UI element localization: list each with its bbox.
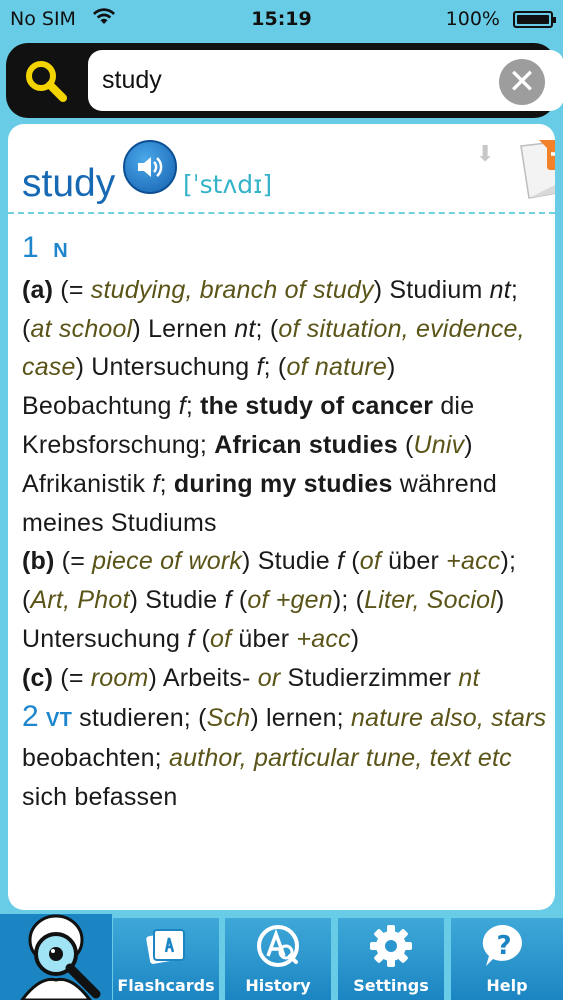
- text: ; (: [255, 314, 279, 343]
- text: beobachten;: [22, 744, 169, 773]
- sense-number: 2: [22, 699, 39, 733]
- context: of +gen: [247, 586, 333, 615]
- example[interactable]: during my studies: [174, 470, 393, 498]
- tab-bar: Flashcards History Settings ? Help: [0, 914, 563, 1000]
- text: über: [381, 547, 447, 576]
- gloss: room: [90, 663, 149, 692]
- context: Liter, Sociol: [364, 586, 497, 615]
- context: author, particular tune, text etc: [168, 744, 512, 773]
- text: ) Arbeits-: [148, 663, 258, 692]
- context: of: [359, 547, 382, 576]
- example[interactable]: African studies: [214, 431, 398, 459]
- context: +acc: [446, 547, 501, 576]
- search-input[interactable]: [102, 50, 482, 111]
- part-of-speech: N: [53, 240, 68, 262]
- sense-1a: (a) (= studying, branch of study) Studiu…: [22, 271, 550, 543]
- text: (: [231, 586, 248, 615]
- speaker-icon[interactable]: [123, 140, 177, 194]
- sense-number: 1: [22, 231, 39, 264]
- gender: f: [256, 353, 264, 382]
- text: (: [397, 430, 414, 459]
- context: or: [257, 663, 281, 692]
- search-mascot-icon[interactable]: [0, 910, 112, 1000]
- context: nature also, stars: [350, 703, 547, 732]
- context: +acc: [296, 624, 351, 653]
- context: Art, Phot: [30, 586, 130, 615]
- sense-1b: (b) (= piece of work) Studie f (of über …: [22, 542, 550, 658]
- battery-percent: 100%: [445, 8, 500, 30]
- text: ) Studie: [242, 547, 337, 576]
- gender: f: [224, 586, 232, 615]
- text: ; (: [263, 353, 287, 382]
- text: (: [344, 547, 360, 576]
- svg-text:?: ?: [496, 931, 511, 961]
- gender: f: [178, 392, 186, 421]
- text: sich befassen: [22, 783, 178, 812]
- tab-flashcards[interactable]: Flashcards: [113, 918, 219, 1000]
- entry-card: study [ˈstʌdɪ] ⬇ 1 N (a) (= studying, br…: [8, 124, 555, 910]
- text: Studierzimmer: [280, 663, 459, 692]
- gender: nt: [458, 663, 480, 692]
- history-icon: [257, 925, 299, 967]
- tab-label: Settings: [353, 976, 429, 995]
- gear-icon: [370, 925, 412, 967]
- tab-label: Help: [486, 976, 528, 995]
- context: at school: [30, 314, 133, 343]
- gender: f: [152, 469, 160, 498]
- gender: nt: [489, 275, 511, 304]
- pronunciation: [ˈstʌdɪ]: [183, 170, 273, 199]
- text: studieren; (: [72, 703, 207, 732]
- gender: nt: [234, 314, 256, 343]
- search-icon[interactable]: [22, 57, 70, 105]
- tab-label: History: [245, 976, 311, 995]
- gloss: piece of work: [92, 547, 243, 576]
- sense-2: 2 VT studieren; (Sch) lernen; nature als…: [22, 698, 550, 817]
- text: über: [231, 624, 297, 653]
- text: (: [194, 624, 211, 653]
- flashcards-icon: [146, 929, 185, 964]
- text: (=: [54, 547, 93, 576]
- context: Univ: [413, 430, 465, 459]
- text: ) lernen;: [250, 703, 351, 732]
- text: ) Lernen: [132, 314, 235, 343]
- text: ) Studie: [129, 586, 225, 615]
- clear-icon[interactable]: ✕: [499, 59, 545, 105]
- search-field: ✕: [88, 50, 563, 111]
- text: ;: [185, 392, 201, 421]
- status-bar: No SIM 15:19 100%: [0, 0, 563, 38]
- subsense-label: (c): [22, 663, 54, 692]
- text: (=: [53, 663, 91, 692]
- search-bar: ✕: [6, 43, 563, 118]
- tab-label: Flashcards: [117, 976, 215, 995]
- tab-settings[interactable]: Settings: [338, 918, 444, 1000]
- text: ) Untersuchung: [75, 353, 257, 382]
- subsense-label: (a): [22, 275, 54, 304]
- divider: [8, 212, 555, 214]
- subsense-label: (b): [22, 547, 55, 576]
- tab-help[interactable]: ? Help: [451, 918, 563, 1000]
- text: (=: [53, 275, 91, 304]
- tab-history[interactable]: History: [225, 918, 331, 1000]
- text: ;: [159, 469, 174, 498]
- help-icon: ?: [482, 924, 522, 966]
- headword-row: study [ˈstʌdɪ] ⬇: [22, 140, 555, 220]
- battery-icon: [513, 11, 556, 28]
- gloss: studying, branch of study: [90, 275, 374, 304]
- context: Sch: [206, 703, 251, 732]
- context: of nature: [286, 353, 387, 382]
- text: ): [350, 624, 360, 653]
- context: of: [210, 624, 232, 653]
- example[interactable]: the study of cancer: [200, 392, 433, 420]
- arrow-down-icon[interactable]: ⬇: [476, 142, 494, 167]
- headword: study: [22, 162, 116, 205]
- add-flashcard-icon[interactable]: [517, 140, 555, 202]
- entry-body: 1 N (a) (= studying, branch of study) St…: [22, 229, 550, 817]
- sense-1c: (c) (= room) Arbeits- or Studierzimmer n…: [22, 659, 550, 698]
- part-of-speech: VT: [46, 708, 73, 731]
- sense-1-header: 1 N: [22, 229, 550, 271]
- text: ) Studium: [373, 275, 490, 304]
- text: ); (: [332, 586, 365, 615]
